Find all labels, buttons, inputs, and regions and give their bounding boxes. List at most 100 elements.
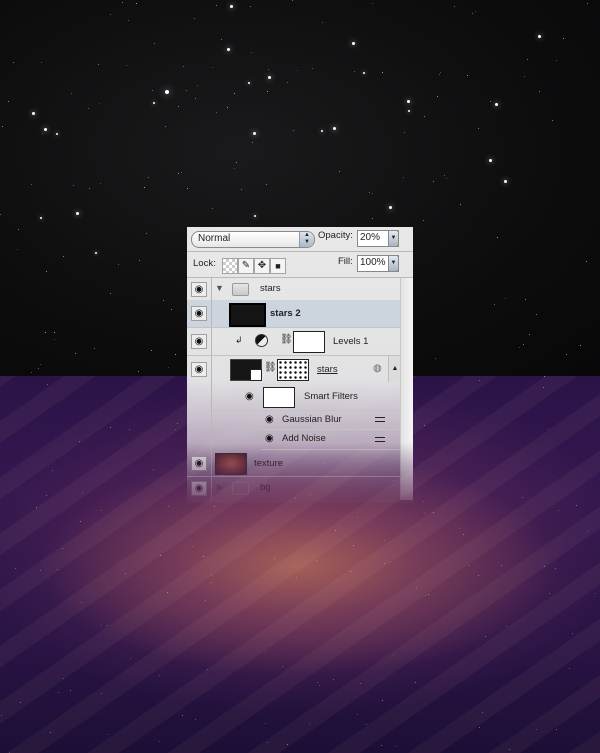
- star: [191, 545, 193, 547]
- star: [356, 517, 358, 519]
- star: [158, 674, 160, 676]
- visibility-eye-icon[interactable]: ◉: [191, 306, 207, 321]
- star: [56, 133, 58, 135]
- star: [152, 89, 154, 91]
- star: [101, 509, 103, 511]
- star: [542, 386, 544, 388]
- star: [363, 72, 365, 74]
- star: [568, 667, 570, 669]
- star: [109, 13, 111, 15]
- filter-name: Gaussian Blur: [282, 414, 342, 425]
- star: [53, 332, 55, 334]
- star: [45, 495, 47, 497]
- star: [250, 5, 252, 7]
- blending-options-icon[interactable]: [375, 435, 385, 444]
- filter-row-gaussian-blur[interactable]: ◉ Gaussian Blur: [261, 411, 400, 430]
- divider: [187, 251, 413, 252]
- star: [227, 48, 230, 51]
- visibility-eye-icon[interactable]: ◉: [245, 391, 254, 402]
- smart-filters-label: Smart Filters: [304, 391, 358, 402]
- star: [62, 677, 64, 679]
- star: [557, 509, 559, 511]
- layer-row-stars-smart-object[interactable]: ◉ ⛓ stars ◍: [187, 356, 400, 462]
- star: [471, 12, 473, 14]
- star: [95, 252, 97, 254]
- star: [477, 574, 479, 576]
- visibility-eye-icon[interactable]: ◉: [265, 414, 274, 425]
- layer-row-levels-1[interactable]: ◉ ↲ ⛓ Levels 1: [187, 328, 400, 356]
- star: [505, 625, 507, 627]
- lock-position-icon[interactable]: ✥: [254, 258, 270, 274]
- layer-name: bg: [260, 482, 271, 493]
- star: [106, 733, 108, 735]
- star: [210, 574, 212, 576]
- star: [7, 100, 9, 102]
- star: [265, 183, 267, 185]
- link-chain-icon[interactable]: ⛓: [264, 362, 277, 373]
- star: [524, 298, 526, 300]
- star: [230, 5, 233, 8]
- fill-dropdown-icon[interactable]: ▼: [388, 255, 399, 272]
- layer-row-stars-2[interactable]: ◉ stars 2: [187, 300, 400, 328]
- star: [196, 84, 198, 86]
- star: [152, 468, 154, 470]
- star: [81, 491, 83, 493]
- opacity-value: 20%: [360, 232, 381, 243]
- layer-row-texture[interactable]: ◉ texture: [187, 450, 400, 477]
- layer-row-stars-group[interactable]: ◉ ▼ stars: [187, 278, 400, 301]
- star: [16, 248, 18, 250]
- visibility-eye-icon[interactable]: ◉: [191, 334, 207, 349]
- layer-thumbnail: [230, 359, 262, 381]
- panel-scrollbar[interactable]: [400, 278, 414, 500]
- opacity-dropdown-icon[interactable]: ▼: [388, 230, 399, 247]
- layer-row-bg-group[interactable]: ◉ ▶ bg: [187, 477, 400, 499]
- star: [489, 159, 492, 162]
- star: [383, 539, 385, 541]
- lock-transparent-pixels-icon[interactable]: [222, 258, 238, 274]
- star: [495, 103, 498, 106]
- smart-filters-row[interactable]: ◉ Smart Filters: [212, 384, 400, 411]
- star: [127, 19, 129, 21]
- star: [80, 520, 82, 522]
- star: [322, 21, 324, 23]
- star: [555, 59, 557, 61]
- layer-name: stars 2: [270, 308, 301, 319]
- filter-row-add-noise[interactable]: ◉ Add Noise: [261, 430, 400, 450]
- star: [40, 217, 42, 219]
- blend-mode-select[interactable]: Normal ▲ ▼: [191, 231, 315, 248]
- layer-name: stars: [317, 364, 338, 375]
- star: [489, 100, 491, 102]
- star: [186, 187, 188, 189]
- star: [0, 213, 1, 215]
- opacity-label: Opacity:: [318, 230, 353, 241]
- lock-image-pixels-icon[interactable]: ✎: [238, 258, 254, 274]
- star: [226, 106, 228, 108]
- star: [504, 180, 507, 183]
- star: [264, 650, 266, 652]
- star: [1, 125, 3, 127]
- layers-panel: Normal ▲ ▼ Opacity: 20% ▼ Lock: ✎ ✥ ■ Fil…: [187, 227, 414, 503]
- visibility-eye-icon[interactable]: ◉: [265, 433, 274, 444]
- visibility-eye-icon[interactable]: ◉: [191, 481, 207, 496]
- fill-input[interactable]: 100% ▼: [357, 255, 399, 272]
- collapse-triangle-icon[interactable]: ▶: [217, 482, 224, 493]
- star: [548, 592, 550, 594]
- clipping-arrow-icon: ↲: [235, 335, 243, 345]
- opacity-input[interactable]: 20% ▼: [357, 230, 399, 247]
- layer-thumbnail: [215, 453, 247, 475]
- star: [153, 102, 155, 104]
- expand-triangle-icon[interactable]: ▼: [215, 283, 224, 293]
- star: [565, 353, 567, 355]
- visibility-eye-icon[interactable]: ◉: [191, 456, 207, 471]
- layer-name: stars: [260, 283, 281, 294]
- smart-filter-options-icon[interactable]: ◍: [373, 363, 382, 374]
- filter-mask-thumbnail: [277, 359, 309, 381]
- blending-options-icon[interactable]: [375, 415, 385, 424]
- link-chain-icon[interactable]: ⛓: [280, 334, 293, 345]
- lock-all-icon[interactable]: ■: [270, 258, 286, 274]
- star: [437, 95, 439, 97]
- visibility-eye-icon[interactable]: ◉: [191, 362, 207, 377]
- star: [99, 182, 101, 184]
- visibility-eye-icon[interactable]: ◉: [191, 282, 207, 297]
- star: [423, 424, 425, 426]
